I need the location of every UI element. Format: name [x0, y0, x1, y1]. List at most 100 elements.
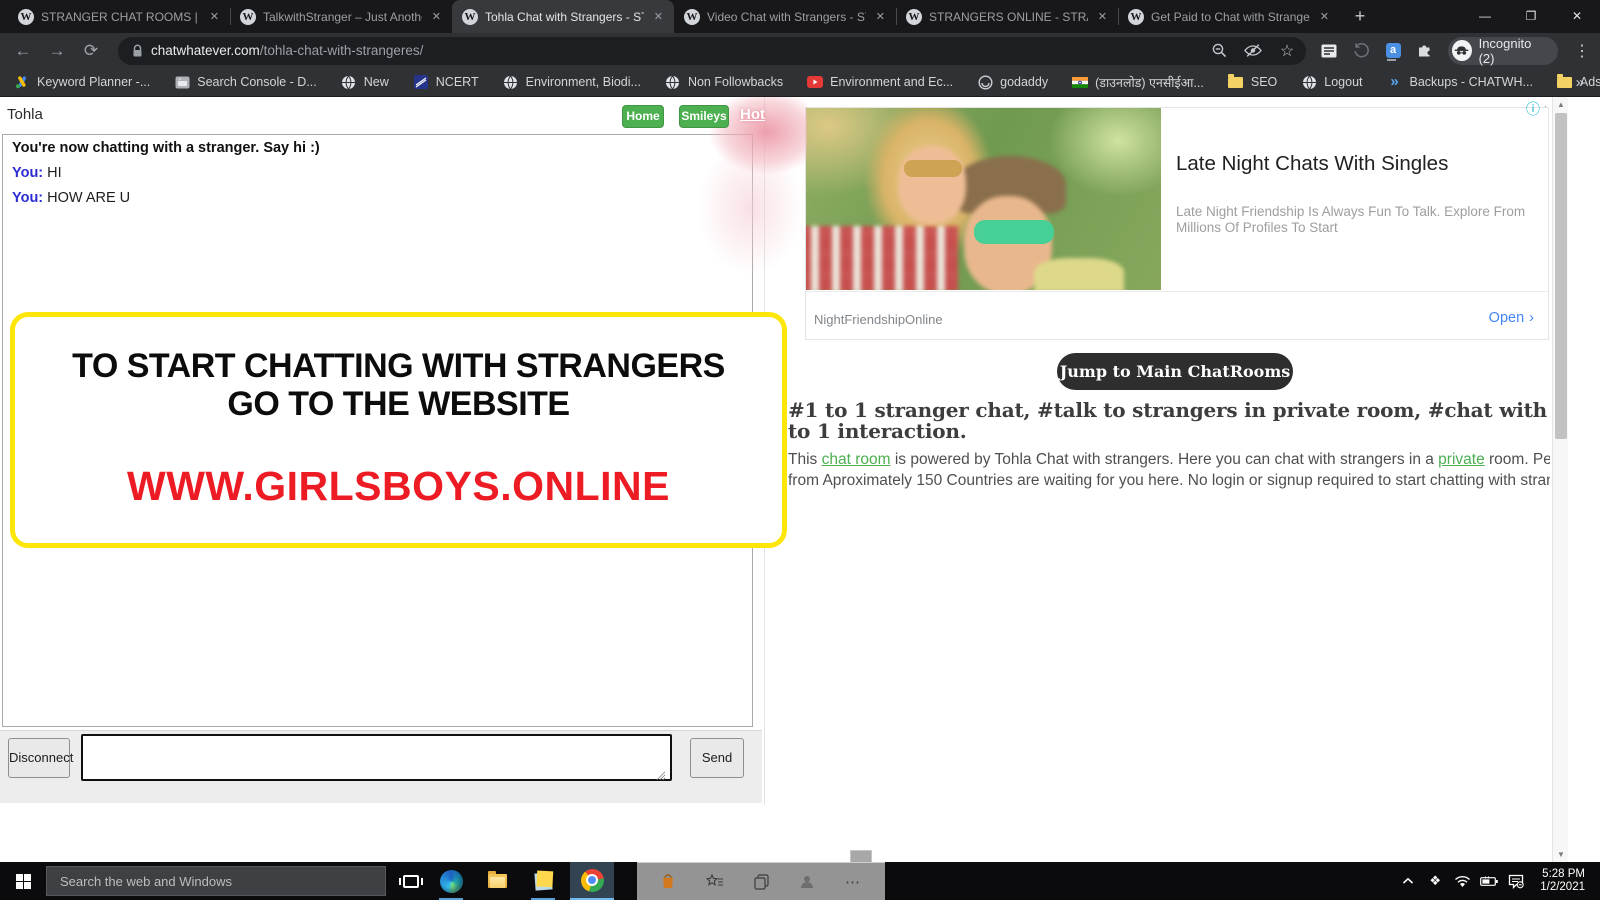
- browser-tab[interactable]: W TalkwithStranger – Just Anothe ✕: [230, 0, 452, 33]
- photo-shape: [974, 220, 1054, 244]
- scrollbar-thumb[interactable]: [1555, 113, 1567, 439]
- folder-icon: [1557, 73, 1573, 90]
- home-button[interactable]: Home: [622, 105, 664, 128]
- browser-tab[interactable]: W STRANGERS ONLINE - STRANG ✕: [896, 0, 1118, 33]
- tab-close-icon[interactable]: ✕: [873, 9, 888, 24]
- tab-close-icon[interactable]: ✕: [1095, 9, 1110, 24]
- incognito-badge[interactable]: Incognito (2): [1448, 36, 1558, 66]
- bookmark-label: SEO: [1250, 75, 1278, 89]
- extensions-puzzle-icon[interactable]: [1416, 42, 1434, 60]
- forward-icon[interactable]: →: [42, 37, 72, 65]
- bookmark-item[interactable]: NCERT: [413, 74, 479, 90]
- tab-close-icon[interactable]: ✕: [207, 9, 222, 24]
- chrome-taskbar-button[interactable]: [570, 862, 614, 900]
- window-close-button[interactable]: ✕: [1554, 0, 1600, 33]
- tab-close-icon[interactable]: ✕: [1317, 9, 1332, 24]
- promo-overlay: TO START CHATTING WITH STRANGERS GO TO T…: [10, 312, 787, 548]
- hot-link[interactable]: Hot: [740, 106, 765, 123]
- tab-close-icon[interactable]: ✕: [651, 9, 666, 24]
- bookmark-item[interactable]: New: [341, 74, 389, 90]
- person-icon[interactable]: [799, 874, 815, 890]
- textarea-resize-grip[interactable]: [656, 771, 665, 780]
- edge-taskbar-button[interactable]: [434, 862, 468, 900]
- bookmark-item[interactable]: Non Followbacks: [665, 74, 783, 90]
- promo-line1: TO START CHATTING WITH STRANGERS: [72, 347, 725, 385]
- godaddy-icon: [977, 74, 993, 90]
- bookmark-item[interactable]: Environment, Biodi...: [503, 74, 641, 90]
- maximize-button[interactable]: ❐: [1508, 0, 1554, 33]
- minimize-button[interactable]: —: [1462, 0, 1508, 33]
- ncert-icon: [413, 74, 429, 90]
- bookmark-label: Environment and Ec...: [830, 75, 954, 89]
- bookmark-item[interactable]: (डाउनलोड) एनसीईआ...: [1072, 74, 1204, 91]
- system-tray: ❖ 5:28 PM 1/2/2021: [1399, 862, 1585, 900]
- bookmark-item[interactable]: Keyword Planner -...: [14, 74, 150, 90]
- seo-paragraph: This chat room is powered by Tohla Chat …: [788, 449, 1550, 491]
- bookmark-item[interactable]: godaddy: [977, 74, 1048, 90]
- scroll-down-icon[interactable]: ▼: [1553, 847, 1569, 862]
- bookmark-item[interactable]: Logout: [1301, 74, 1363, 90]
- smileys-button[interactable]: Smileys: [679, 105, 729, 128]
- taskbar-clock[interactable]: 5:28 PM 1/2/2021: [1540, 868, 1585, 894]
- bag-icon[interactable]: [660, 873, 676, 890]
- browser-menu-icon[interactable]: ⋮: [1574, 41, 1590, 61]
- browser-tab-active[interactable]: W Tohla Chat with Strangers - STR ✕: [452, 0, 674, 33]
- tab-title: Video Chat with Strangers - ST: [707, 9, 866, 24]
- chat-input-bar: Disconnect Send: [0, 730, 762, 803]
- bookmark-item[interactable]: » Backups - CHATWH...: [1387, 74, 1533, 90]
- rate-star-icon[interactable]: [706, 874, 724, 889]
- battery-icon[interactable]: [1480, 871, 1499, 891]
- action-center-icon[interactable]: [1507, 871, 1525, 891]
- zoom-out-icon[interactable]: [1210, 42, 1228, 60]
- tab-close-icon[interactable]: ✕: [429, 9, 444, 24]
- start-button[interactable]: [0, 862, 46, 900]
- new-tab-button[interactable]: +: [1346, 3, 1374, 31]
- task-view-icon: [399, 874, 423, 888]
- chat-room-link[interactable]: chat room: [822, 451, 891, 468]
- jump-to-chatrooms-button[interactable]: Jump to Main ChatRooms Page: [1057, 353, 1293, 418]
- page-scrollbar[interactable]: ▲ ▼: [1552, 97, 1568, 862]
- browser-tab[interactable]: W Get Paid to Chat with Strangers ✕: [1118, 0, 1340, 33]
- wordpress-favicon: W: [462, 8, 478, 25]
- seo-heading: #1 to 1 stranger chat, #talk to stranger…: [788, 398, 1550, 443]
- message-text: HOW ARE U: [47, 190, 131, 206]
- text-extension-icon[interactable]: a: [1384, 42, 1402, 61]
- bookmark-item[interactable]: Environment and Ec...: [807, 74, 953, 90]
- address-bar[interactable]: chatwhatever.com/tohla-chat-with-strange…: [118, 36, 1306, 65]
- lock-icon[interactable]: [132, 44, 143, 58]
- browser-tab[interactable]: W STRANGER CHAT ROOMS | PRO ✕: [8, 0, 230, 33]
- photo-shape: [898, 146, 966, 224]
- reading-list-icon[interactable]: [1320, 42, 1338, 60]
- message-text: HI: [47, 165, 62, 181]
- bookmark-star-icon[interactable]: ☆: [1278, 42, 1296, 60]
- ad-info-icon[interactable]: ⓘ: [1526, 99, 1540, 119]
- tray-chevron-icon[interactable]: [1399, 871, 1417, 891]
- task-view-button[interactable]: [394, 862, 428, 900]
- private-link[interactable]: private: [1438, 451, 1485, 468]
- right-column: ⓘ › Late Night Chats With Singles Late N…: [788, 97, 1550, 862]
- send-button[interactable]: Send: [690, 738, 744, 778]
- message-input[interactable]: [81, 734, 672, 781]
- bookmarks-overflow-icon[interactable]: »: [1576, 74, 1584, 91]
- wifi-icon[interactable]: [1453, 871, 1471, 891]
- disconnect-button[interactable]: Disconnect: [8, 738, 73, 778]
- browser-tab[interactable]: W Video Chat with Strangers - ST ✕: [674, 0, 896, 33]
- scroll-up-icon[interactable]: ▲: [1553, 97, 1569, 112]
- copy-pages-icon[interactable]: [754, 873, 769, 890]
- eye-off-icon[interactable]: [1244, 42, 1262, 60]
- ad-card[interactable]: Late Night Chats With Singles Late Night…: [805, 107, 1549, 340]
- dropbox-icon[interactable]: ❖: [1426, 871, 1444, 891]
- ad-open-link[interactable]: Open ›: [1489, 310, 1534, 326]
- bookmark-label: godaddy: [1000, 75, 1049, 89]
- back-icon[interactable]: ←: [8, 37, 38, 65]
- file-explorer-icon: [487, 871, 507, 888]
- file-explorer-taskbar-button[interactable]: [480, 862, 514, 900]
- history-icon[interactable]: [1352, 42, 1370, 60]
- reload-icon[interactable]: ⟳: [76, 37, 106, 65]
- sticky-notes-taskbar-button[interactable]: [526, 862, 560, 900]
- taskbar-search[interactable]: Search the web and Windows: [46, 866, 386, 896]
- bookmark-label: Environment, Biodi...: [525, 75, 641, 89]
- more-options-icon[interactable]: ⋯: [845, 873, 862, 891]
- bookmark-item[interactable]: Search Console - D...: [174, 74, 317, 90]
- bookmark-item[interactable]: SEO: [1228, 73, 1278, 90]
